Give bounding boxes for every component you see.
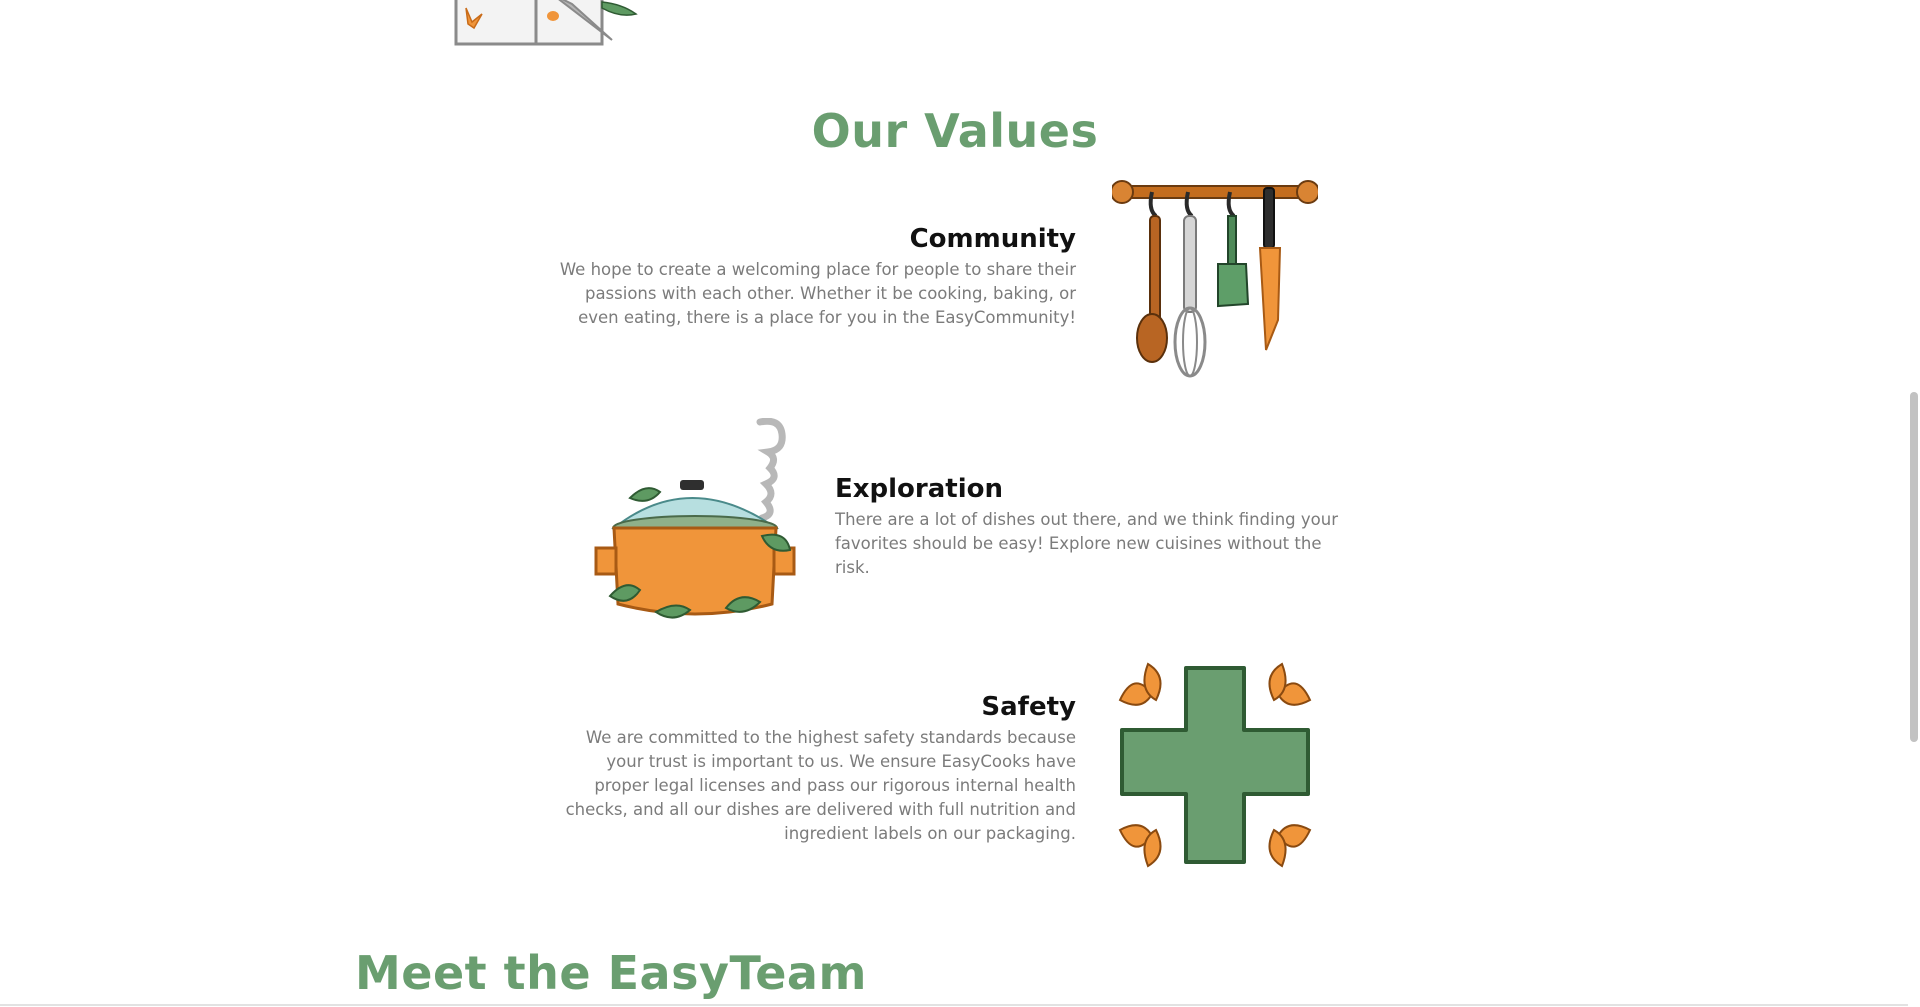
exploration-heading: Exploration (835, 474, 1003, 504)
community-description: We hope to create a welcoming place for … (559, 260, 1076, 327)
community-heading: Community (909, 224, 1076, 254)
page: Our Values Community We hope to create a… (0, 0, 1920, 1007)
exploration-description: There are a lot of dishes out there, and… (835, 510, 1338, 577)
community-value: Community We hope to create a welcoming … (554, 224, 1076, 330)
cooking-pot-icon (594, 418, 796, 619)
scrollbar-thumb[interactable] (1910, 392, 1918, 742)
exploration-value: Exploration There are a lot of dishes ou… (835, 474, 1355, 580)
safety-value: Safety We are committed to the highest s… (554, 692, 1076, 846)
our-values-title: Our Values (811, 104, 1099, 158)
box-illustration (454, 0, 638, 46)
scrollbar[interactable] (1908, 0, 1920, 1007)
hanging-utensils-icon (1112, 180, 1318, 378)
safety-description: We are committed to the highest safety s… (565, 728, 1076, 843)
meet-team-title: Meet the EasyTeam (355, 946, 867, 1000)
safety-heading: Safety (981, 692, 1076, 722)
divider (0, 1004, 1908, 1006)
health-cross-icon (1118, 662, 1312, 868)
